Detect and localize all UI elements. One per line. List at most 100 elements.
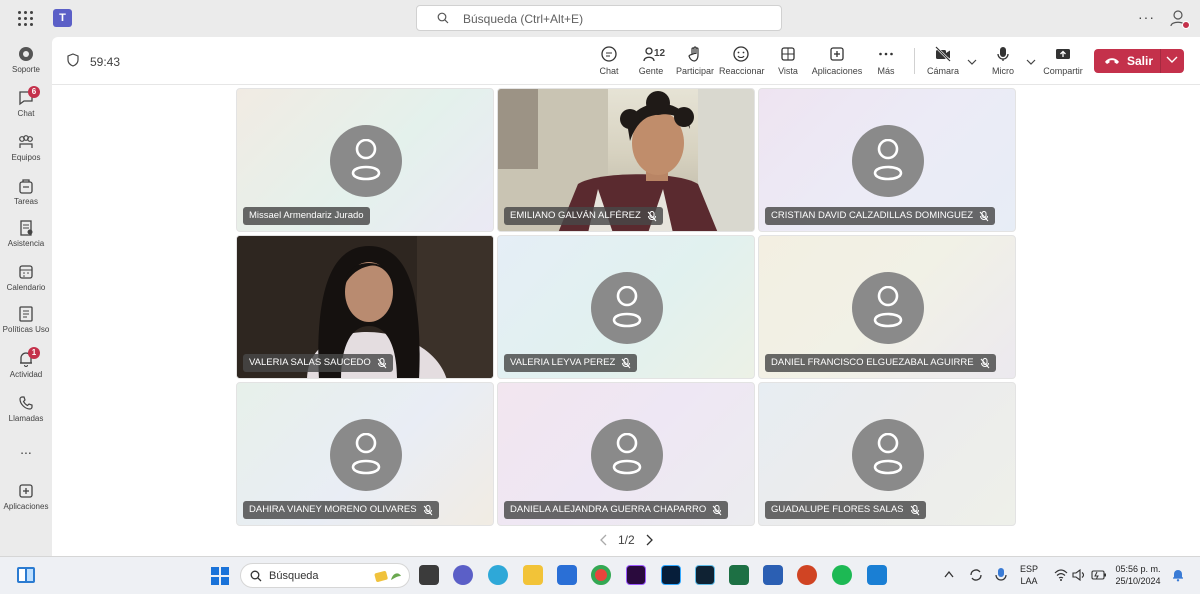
support-icon: [19, 47, 33, 61]
leave-label: Salir: [1127, 54, 1154, 68]
meeting-timer: 59:43: [90, 55, 121, 69]
mic-options-chevron-icon[interactable]: [1026, 59, 1036, 65]
mic-label: Micro: [992, 66, 1014, 76]
teams-chat-icon[interactable]: [453, 565, 473, 585]
person-icon: [612, 433, 642, 475]
rail-label: Soporte: [11, 65, 41, 74]
chat-button[interactable]: Chat: [595, 45, 623, 76]
taskbar-search-input[interactable]: Búsqueda: [240, 563, 410, 588]
battery-icon[interactable]: [1091, 569, 1107, 581]
calendar-icon: [19, 265, 33, 279]
participant-tile[interactable]: DANIELA ALEJANDRA GUERRA CHAPARRO: [497, 382, 755, 526]
clock-date: 25/10/2024: [1115, 576, 1161, 586]
person-icon: [873, 286, 903, 328]
sync-icon[interactable]: [968, 567, 984, 583]
language-indicator[interactable]: ESP LAA: [1020, 563, 1038, 587]
profile-avatar[interactable]: [1168, 8, 1190, 29]
camera-options-chevron-icon[interactable]: [967, 59, 977, 65]
camera-button[interactable]: Cámara: [926, 45, 960, 76]
leave-options-chevron-icon[interactable]: [1166, 56, 1178, 64]
participant-tile[interactable]: CRISTIAN DAVID CALZADILLAS DOMINGUEZ: [758, 88, 1016, 232]
premiere-icon[interactable]: [626, 565, 646, 585]
people-button[interactable]: 12 Gente: [637, 45, 665, 76]
more-options-icon[interactable]: ···: [1138, 9, 1155, 25]
share-button[interactable]: Compartir: [1042, 45, 1084, 76]
powerpoint-icon[interactable]: [797, 565, 817, 585]
teams-icon: [19, 135, 33, 148]
participant-video-tile[interactable]: EMILIANO GALVÁN ALFÉREZ: [497, 88, 755, 232]
participant-name-tag: GUADALUPE FLORES SALAS: [765, 501, 926, 519]
search-highlight-icon: [374, 571, 401, 582]
react-button[interactable]: Reaccionar: [719, 45, 765, 76]
participant-video-tile[interactable]: VALERIA SALAS SAUCEDO: [236, 235, 494, 379]
word-icon[interactable]: [763, 565, 783, 585]
rail-item-politicas[interactable]: Políticas Uso: [0, 305, 52, 334]
mic-off-icon: [712, 504, 722, 515]
lightroom-icon[interactable]: [695, 565, 715, 585]
gallery-pager: 1/2: [600, 533, 653, 547]
raise-hand-button[interactable]: Participar: [676, 45, 714, 76]
rail-item-equipos[interactable]: Equipos: [0, 133, 52, 162]
chrome-icon[interactable]: [591, 565, 611, 585]
tasks-icon: [19, 179, 33, 194]
app-rail: Soporte 6 Chat Equipos Tareas Asistencia…: [0, 37, 52, 556]
edge-icon[interactable]: [488, 565, 508, 585]
participant-name: VALERIA SALAS SAUCEDO: [249, 357, 371, 368]
search-icon: [250, 570, 262, 582]
volume-icon[interactable]: [1072, 569, 1086, 581]
tray-mic-icon[interactable]: [994, 567, 1008, 583]
participant-name-tag: Missael Armendariz Jurado: [243, 207, 370, 225]
spotify-icon[interactable]: [832, 565, 852, 585]
apps-button[interactable]: Aplicaciones: [811, 45, 863, 76]
phone-icon: [19, 396, 33, 410]
more-icon: [879, 52, 893, 56]
view-button[interactable]: Vista: [774, 45, 802, 76]
rail-item-soporte[interactable]: Soporte: [0, 45, 52, 74]
more-button[interactable]: Más: [872, 45, 900, 76]
share-label: Compartir: [1043, 66, 1083, 76]
vpn-app-icon[interactable]: [867, 565, 887, 585]
leave-button[interactable]: Salir: [1094, 49, 1184, 73]
participant-tile[interactable]: DAHIRA VIANEY MORENO OLIVARES: [236, 382, 494, 526]
tray-chevron-up-icon[interactable]: [944, 571, 954, 578]
chevron-left-icon[interactable]: [600, 534, 608, 546]
camera-label: Cámara: [926, 66, 959, 76]
photoshop-icon[interactable]: [661, 565, 681, 585]
rail-item-chat[interactable]: 6 Chat: [0, 86, 52, 118]
attendance-icon: [20, 220, 33, 236]
widgets-icon[interactable]: [16, 566, 36, 584]
mic-button[interactable]: Micro: [990, 45, 1016, 76]
chevron-right-icon[interactable]: [645, 534, 653, 546]
rail-item-aplicaciones[interactable]: Aplicaciones: [0, 482, 52, 511]
excel-icon[interactable]: [729, 565, 749, 585]
wifi-icon[interactable]: [1054, 569, 1068, 581]
mic-off-icon: [647, 210, 657, 221]
rail-item-tareas[interactable]: Tareas: [0, 177, 52, 206]
rail-item-calendario[interactable]: Calendario: [0, 263, 52, 292]
avatar: [852, 272, 924, 344]
rail-item-actividad[interactable]: 1 Actividad: [0, 347, 52, 379]
task-view-icon[interactable]: [419, 565, 439, 585]
participant-tile[interactable]: GUADALUPE FLORES SALAS: [758, 382, 1016, 526]
store-icon[interactable]: [557, 565, 577, 585]
participant-name-tag: DANIEL FRANCISCO ELGUEZABAL AGUIRRE: [765, 354, 996, 372]
participant-tile[interactable]: Missael Armendariz Jurado: [236, 88, 494, 232]
add-apps-icon: [19, 484, 33, 498]
mic-icon: [997, 47, 1009, 61]
avatar: [330, 125, 402, 197]
clock[interactable]: 05:56 p. m. 25/10/2024: [1112, 563, 1164, 587]
rail-item-asistencia[interactable]: Asistencia: [0, 219, 52, 248]
meeting-stage: 59:43 Chat 12 Gente Participar Reacciona…: [52, 37, 1200, 556]
rail-more-icon[interactable]: ...: [0, 441, 52, 457]
app-launcher-icon[interactable]: [18, 11, 34, 27]
search-input[interactable]: Búsqueda (Ctrl+Alt+E): [416, 5, 782, 31]
notification-bell-icon[interactable]: [1172, 568, 1184, 582]
participant-tile[interactable]: VALERIA LEYVA PEREZ: [497, 235, 755, 379]
participant-tile[interactable]: DANIEL FRANCISCO ELGUEZABAL AGUIRRE: [758, 235, 1016, 379]
meeting-toolbar: 59:43 Chat 12 Gente Participar Reacciona…: [52, 37, 1200, 85]
start-icon[interactable]: [210, 566, 230, 586]
activity-badge: 1: [28, 347, 40, 359]
rail-item-llamadas[interactable]: Llamadas: [0, 394, 52, 423]
taskbar-search-placeholder: Búsqueda: [269, 570, 319, 582]
file-explorer-icon[interactable]: [523, 565, 543, 585]
